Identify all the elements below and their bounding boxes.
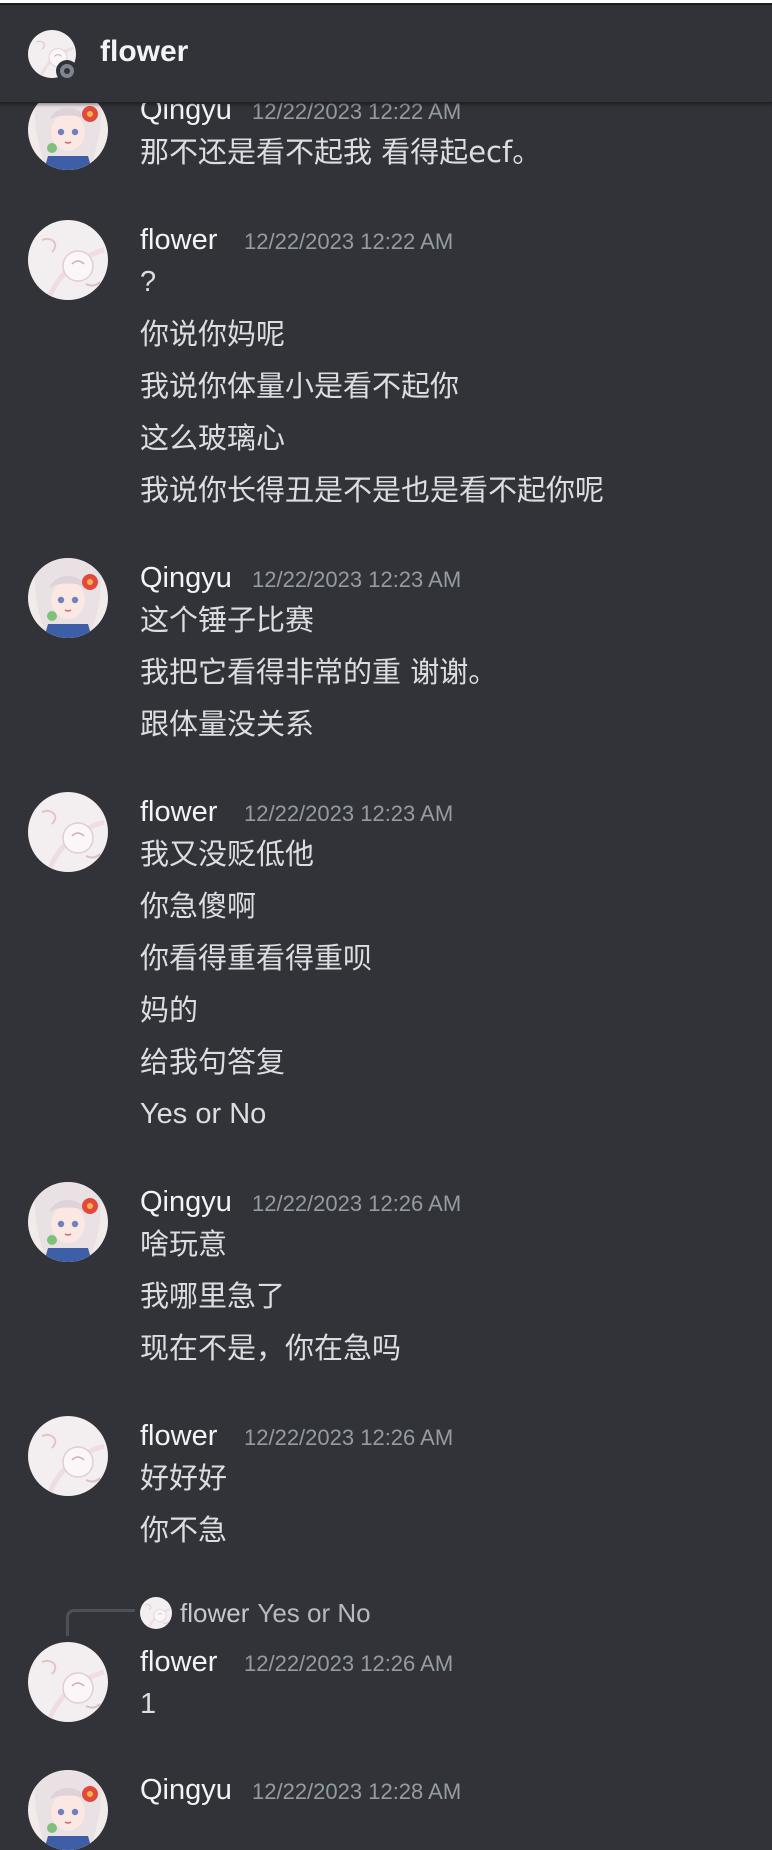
user-avatar[interactable] xyxy=(28,1642,108,1722)
message-text: 我说你长得丑是不是也是看不起你呢 xyxy=(140,473,605,507)
message-text: ? xyxy=(140,266,157,298)
message-text: 你不急 xyxy=(140,1513,228,1547)
user-avatar[interactable] xyxy=(28,1416,108,1496)
message-text: Yes or No xyxy=(140,1098,267,1130)
message-text: 我哪里急了 xyxy=(140,1279,286,1313)
message-username[interactable]: flower xyxy=(140,222,217,258)
status-offline-icon xyxy=(56,60,78,82)
user-avatar[interactable] xyxy=(28,1770,108,1850)
user-avatar[interactable] xyxy=(28,792,108,872)
message-text: 啥玩意 xyxy=(140,1227,228,1261)
message-username[interactable]: flower xyxy=(140,794,217,830)
message-timestamp: 12/22/2023 12:26 AM xyxy=(244,1425,454,1450)
message-text: 我把它看得非常的重 谢谢。 xyxy=(140,655,498,689)
channel-title: flower xyxy=(100,35,189,68)
message-list[interactable]: Qingyu 12/22/2023 12:22 AM 那不还是看不起我 看得起e… xyxy=(0,0,772,1850)
message-text: 你看得重看得重呗 xyxy=(140,941,373,975)
message-username[interactable]: Qingyu xyxy=(140,560,232,596)
message-text: 妈的 xyxy=(140,993,199,1027)
message-text: 你急傻啊 xyxy=(140,889,257,923)
user-avatar[interactable] xyxy=(28,558,108,638)
message-username[interactable]: flower xyxy=(140,1644,217,1680)
reply-snippet[interactable]: Yes or No xyxy=(257,1598,370,1628)
message-text: 好好好 xyxy=(140,1461,228,1495)
message-text: 我又没贬低他 xyxy=(140,837,315,871)
message-timestamp: 12/22/2023 12:23 AM xyxy=(244,801,454,826)
message-text: 我说你体量小是看不起你 xyxy=(140,369,460,403)
message-text: 这个锤子比赛 xyxy=(140,603,315,637)
reply-connector xyxy=(66,1609,135,1636)
message-timestamp: 12/22/2023 12:23 AM xyxy=(252,567,462,592)
user-avatar[interactable] xyxy=(28,220,108,300)
reply-username[interactable]: flower xyxy=(180,1598,249,1628)
message-text: 给我句答复 xyxy=(140,1045,286,1079)
message-timestamp: 12/22/2023 12:26 AM xyxy=(244,1651,454,1676)
message-text: 现在不是，你在急吗 xyxy=(140,1331,402,1365)
message-text: 这么玻璃心 xyxy=(140,421,286,455)
message-timestamp: 12/22/2023 12:28 AM xyxy=(252,1779,462,1804)
message-text: 那不还是看不起我 看得起ecf。 xyxy=(140,135,542,169)
message-timestamp: 12/22/2023 12:22 AM xyxy=(244,229,454,254)
channel-header: flower xyxy=(0,6,772,103)
message-username[interactable]: flower xyxy=(140,1418,217,1454)
message-text: 跟体量没关系 xyxy=(140,707,315,741)
message-username[interactable]: Qingyu xyxy=(140,1184,232,1220)
reply-avatar[interactable] xyxy=(140,1597,172,1629)
message-username[interactable]: Qingyu xyxy=(140,1772,232,1808)
message-text: 1 xyxy=(140,1688,157,1720)
user-avatar[interactable] xyxy=(28,1182,108,1262)
message-text: 你说你妈呢 xyxy=(140,317,286,351)
message-timestamp: 12/22/2023 12:26 AM xyxy=(252,1191,462,1216)
reply-preview[interactable]: flower Yes or No xyxy=(180,1595,371,1631)
